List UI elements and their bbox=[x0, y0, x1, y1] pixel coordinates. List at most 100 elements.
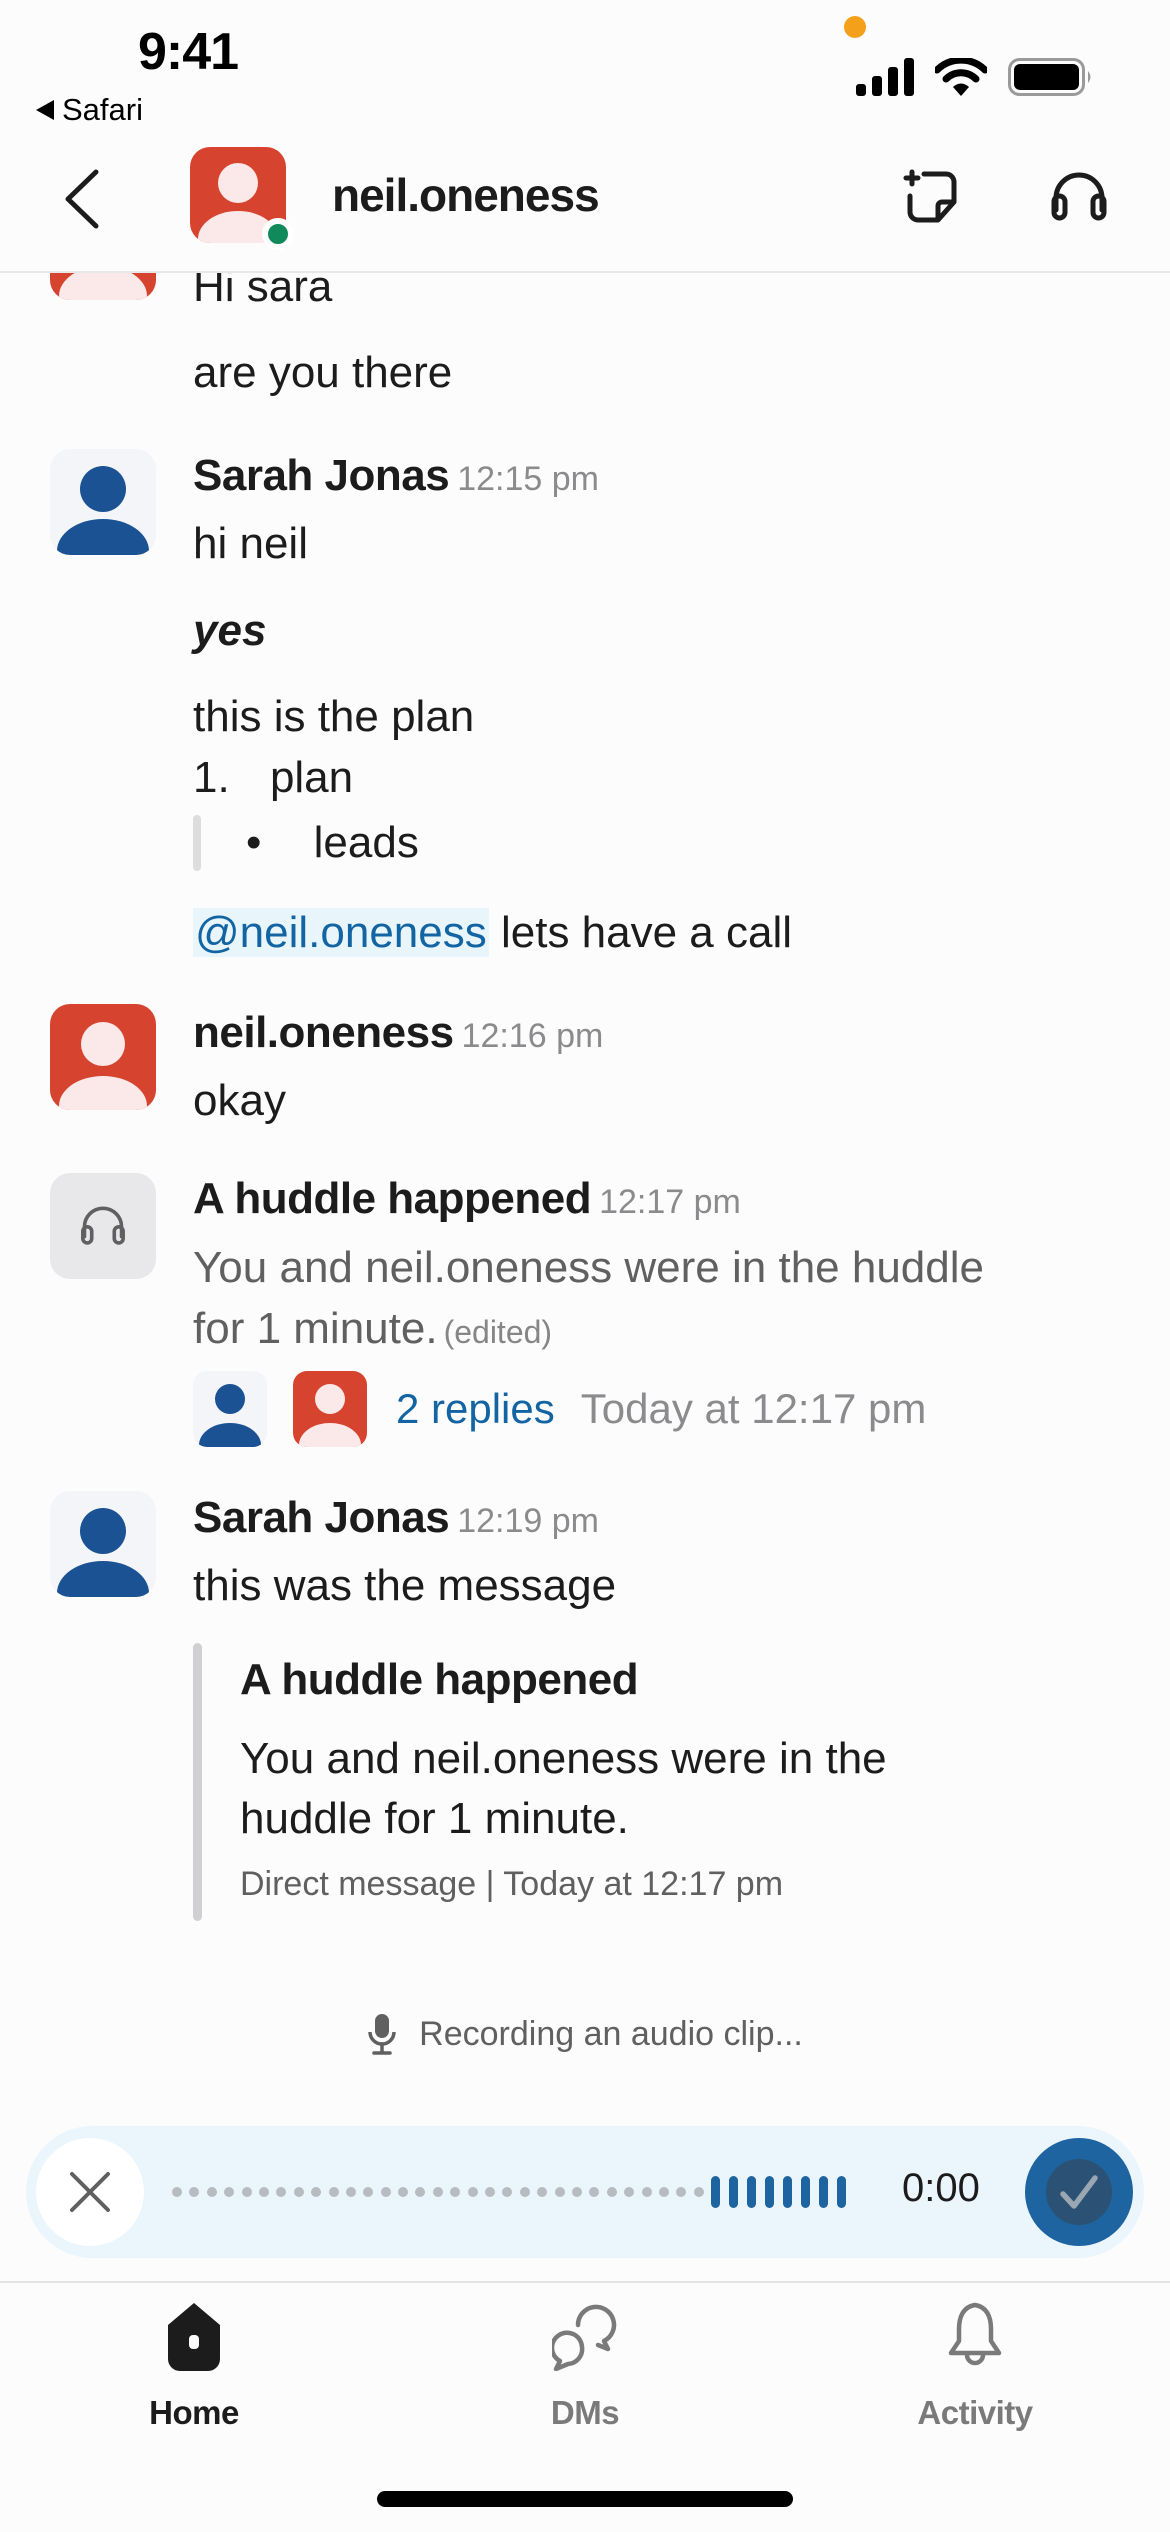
conversation-title[interactable]: neil.oneness bbox=[332, 168, 600, 222]
waveform-idle-dot bbox=[624, 2187, 635, 2197]
list-indent-bar bbox=[193, 815, 201, 871]
tab-home[interactable]: Home bbox=[94, 2300, 294, 2432]
waveform-idle-dot bbox=[693, 2187, 704, 2197]
thread-replies-link[interactable]: 2 replies bbox=[396, 1385, 555, 1432]
shared-message-meta[interactable]: Direct message | Today at 12:17 pm bbox=[240, 1865, 783, 1904]
tab-activity[interactable]: Activity bbox=[875, 2300, 1075, 2432]
person-icon bbox=[299, 1384, 361, 1447]
last-reply-time: Today at 12:17 pm bbox=[580, 1385, 927, 1432]
shared-message-body: huddle for 1 minute. bbox=[240, 1794, 629, 1843]
waveform-idle-dot bbox=[467, 2187, 478, 2197]
huddle-summary-line: You and neil.oneness were in the huddle bbox=[193, 1243, 984, 1292]
waveform-idle-dot bbox=[328, 2187, 339, 2197]
waveform-level-bar bbox=[801, 2176, 811, 2208]
message-timestamp[interactable]: 12:17 pm bbox=[599, 1183, 741, 1221]
waveform-idle-dot bbox=[258, 2187, 269, 2197]
message-header: Sarah Jonas 12:15 pm bbox=[193, 448, 599, 507]
reply-participant-avatar bbox=[193, 1371, 267, 1447]
message-text: this is the plan bbox=[193, 692, 475, 741]
list-item-text: plan bbox=[269, 753, 354, 802]
message-timestamp[interactable]: 12:19 pm bbox=[457, 1502, 599, 1540]
waveform-level-bar bbox=[819, 2176, 829, 2208]
headphones-huddle-icon[interactable] bbox=[1048, 166, 1110, 228]
user-mention[interactable]: @neil.oneness bbox=[193, 908, 489, 957]
message-text-bold-italic: yes bbox=[193, 606, 267, 655]
message-timestamp[interactable]: 12:15 pm bbox=[457, 460, 599, 498]
waveform-level-bar bbox=[783, 2176, 793, 2208]
message-text: hi neil bbox=[193, 519, 308, 568]
waveform-idle-dot bbox=[589, 2187, 600, 2197]
waveform-idle-dot bbox=[363, 2187, 374, 2197]
message-avatar[interactable] bbox=[50, 273, 156, 300]
waveform-idle-dot bbox=[241, 2187, 252, 2197]
waveform-idle-dot bbox=[676, 2187, 687, 2197]
close-icon bbox=[70, 2172, 110, 2212]
bullet-icon: • bbox=[246, 818, 262, 867]
message-timestamp[interactable]: 12:16 pm bbox=[462, 1017, 604, 1055]
author-name[interactable]: neil.oneness bbox=[193, 1008, 454, 1057]
message-avatar[interactable] bbox=[50, 449, 156, 555]
shared-message-title[interactable]: A huddle happened bbox=[240, 1655, 639, 1705]
send-recording-button[interactable] bbox=[1025, 2138, 1133, 2246]
home-indicator bbox=[377, 2491, 793, 2507]
person-icon bbox=[57, 1508, 149, 1597]
author-name[interactable]: Sarah Jonas bbox=[193, 451, 450, 500]
huddle-avatar bbox=[50, 1173, 156, 1279]
cellular-signal-icon bbox=[856, 58, 914, 96]
message-header: Sarah Jonas 12:19 pm bbox=[193, 1490, 599, 1549]
message-avatar[interactable] bbox=[50, 1004, 156, 1110]
waveform-idle-dot bbox=[606, 2187, 617, 2197]
waveform-idle-dot bbox=[398, 2187, 409, 2197]
message-header: neil.oneness 12:16 pm bbox=[193, 1005, 603, 1064]
shared-message-body: You and neil.oneness were in the bbox=[240, 1734, 887, 1783]
headphones-icon bbox=[81, 1206, 125, 1245]
huddle-title: A huddle happened bbox=[193, 1174, 592, 1223]
waveform-idle-dot bbox=[345, 2187, 356, 2197]
wifi-icon bbox=[935, 58, 987, 96]
message-header: A huddle happened 12:17 pm bbox=[193, 1171, 741, 1230]
bullet-list-item: • leads bbox=[246, 815, 419, 871]
tab-label: Home bbox=[149, 2394, 239, 2431]
edited-label: (edited) bbox=[443, 1314, 553, 1350]
waveform-level-bar bbox=[711, 2176, 721, 2208]
mic-in-use-indicator bbox=[844, 16, 866, 38]
ordered-list-item: 1. plan bbox=[193, 750, 353, 806]
waveform-idle-dot bbox=[571, 2187, 582, 2197]
cancel-recording-button[interactable] bbox=[36, 2138, 144, 2246]
waveform-idle-dot bbox=[432, 2187, 443, 2197]
back-to-safari-link[interactable]: Safari bbox=[36, 92, 143, 128]
back-triangle-icon bbox=[36, 100, 54, 120]
shared-message-bar bbox=[193, 1643, 202, 1921]
waveform-idle-dot bbox=[276, 2187, 287, 2197]
waveform-idle-dot bbox=[380, 2187, 391, 2197]
list-number: 1. bbox=[193, 753, 230, 802]
author-name[interactable]: Sarah Jonas bbox=[193, 1493, 450, 1542]
waveform-idle-dot bbox=[293, 2187, 304, 2197]
waveform-level-bar bbox=[747, 2176, 757, 2208]
send-button-inner bbox=[1046, 2159, 1112, 2225]
waveform-idle-dot bbox=[189, 2187, 200, 2197]
bullet-item-text: leads bbox=[313, 818, 419, 867]
waveform-idle-dot bbox=[415, 2187, 426, 2197]
waveform-idle-dot bbox=[224, 2187, 235, 2197]
back-chevron-icon[interactable] bbox=[60, 168, 106, 230]
waveform-idle-dot bbox=[311, 2187, 322, 2197]
new-canvas-icon[interactable] bbox=[900, 166, 962, 228]
message-avatar[interactable] bbox=[50, 1491, 156, 1597]
waveform-idle-dot bbox=[519, 2187, 530, 2197]
waveform-idle-dot bbox=[658, 2187, 669, 2197]
huddle-summary-text: for 1 minute. bbox=[193, 1304, 438, 1353]
waveform-idle-dot bbox=[172, 2187, 182, 2197]
tab-bar-divider bbox=[0, 2281, 1170, 2283]
message-text: okay bbox=[193, 1076, 286, 1125]
status-time: 9:41 bbox=[138, 23, 239, 81]
message-text: @neil.oneness lets have a call bbox=[193, 905, 792, 961]
audio-waveform bbox=[172, 2168, 855, 2216]
waveform-idle-dot bbox=[206, 2187, 217, 2197]
tab-dms[interactable]: DMs bbox=[485, 2300, 685, 2432]
microphone-icon bbox=[368, 2014, 396, 2055]
reply-participant-avatar bbox=[293, 1371, 367, 1447]
message-list[interactable]: Hi sara are you there Sarah Jonas 12:15 p… bbox=[0, 273, 1170, 2113]
person-icon bbox=[59, 273, 147, 300]
message-text: are you there bbox=[193, 348, 453, 397]
